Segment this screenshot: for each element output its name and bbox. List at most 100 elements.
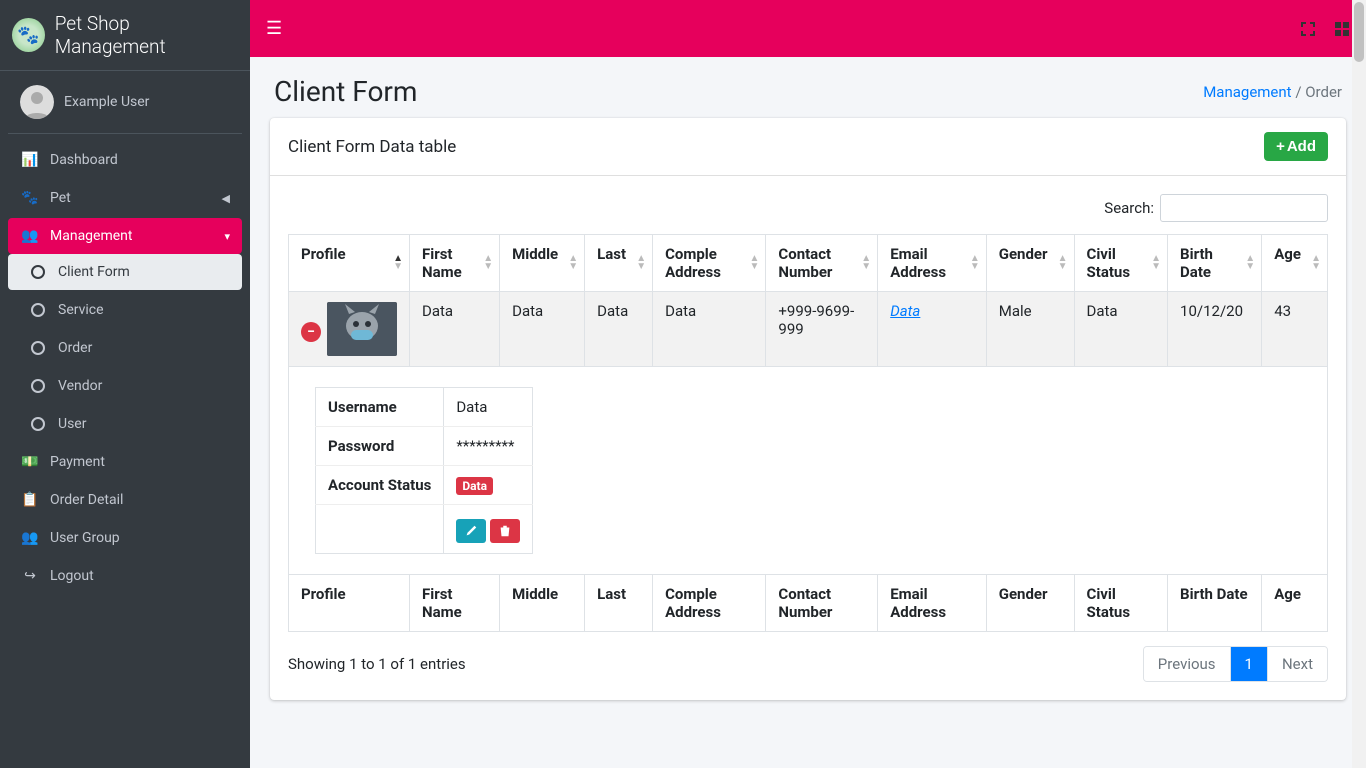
col-middle[interactable]: Middle▲▼ [500,235,585,292]
sidebar-item-payment[interactable]: 💵Payment [8,444,242,480]
circle-icon [28,379,48,393]
foot-age: Age [1262,575,1328,632]
pencil-icon [464,524,478,538]
sidebar-item-order[interactable]: Order [8,330,242,366]
sort-icon: ▲▼ [483,255,493,271]
child-password-label: Password [316,427,444,466]
cell-address: Data [653,292,766,367]
avatar [20,85,54,119]
cell-civil-status: Data [1074,292,1168,367]
sort-icon: ▲▼ [636,255,646,271]
circle-icon [28,303,48,317]
brand-logo-icon: 🐾 [12,18,45,52]
breadcrumb-parent[interactable]: Management [1203,83,1291,101]
plus-icon: + [1276,138,1285,155]
circle-icon [28,265,48,279]
scrollbar-thumb[interactable] [1354,2,1364,62]
menu-toggle-icon[interactable]: ☰ [266,18,282,39]
grid-icon[interactable] [1334,21,1350,37]
col-profile[interactable]: Profile▲▼ [289,235,410,292]
child-status-label: Account Status [316,466,444,505]
foot-first-name: First Name [410,575,500,632]
brand[interactable]: 🐾 Pet Shop Management [0,0,250,71]
card: Client Form Data table +Add Search: Prof… [270,118,1346,700]
scrollbar[interactable] [1352,0,1366,768]
row-collapse-icon[interactable]: − [301,322,321,342]
col-contact[interactable]: Contact Number▲▼ [766,235,878,292]
foot-address: Comple Address [653,575,766,632]
sort-icon: ▲▼ [393,255,403,271]
chevron-down-icon: ▾ [224,230,230,243]
fullscreen-toggle-icon[interactable] [1300,21,1316,37]
nav-menu: 📊Dashboard 🐾Pet◀ 👥Management▾ Client For… [0,134,250,604]
child-password-value: ********* [444,427,533,466]
col-birth-date[interactable]: Birth Date▲▼ [1168,235,1262,292]
paw-icon: 🐾 [20,190,40,206]
sort-icon: ▲▼ [1245,255,1255,271]
sidebar-item-user[interactable]: User [8,406,242,442]
data-table: Profile▲▼ First Name▲▼ Middle▲▼ Last▲▼ C… [288,234,1328,632]
pagination: Previous 1 Next [1143,646,1328,682]
foot-profile: Profile [289,575,410,632]
foot-contact: Contact Number [766,575,878,632]
search-label: Search: [1104,199,1154,217]
table-row: − Data Data Data Data [289,292,1328,367]
col-civil-status[interactable]: Civil Status▲▼ [1074,235,1168,292]
list-icon: 📋 [20,492,40,508]
sidebar-item-dashboard[interactable]: 📊Dashboard [8,142,242,178]
page-1[interactable]: 1 [1231,647,1268,681]
page-previous[interactable]: Previous [1144,647,1231,681]
brand-title: Pet Shop Management [55,12,238,58]
delete-button[interactable] [490,519,520,543]
cell-birth-date: 10/12/20 [1168,292,1262,367]
sidebar-item-order-detail[interactable]: 📋Order Detail [8,482,242,518]
cell-email-link[interactable]: Data [890,302,920,320]
child-username-value: Data [444,388,533,427]
col-last[interactable]: Last▲▼ [585,235,653,292]
sort-icon: ▲▼ [568,255,578,271]
col-first-name[interactable]: First Name▲▼ [410,235,500,292]
sidebar-item-client-form[interactable]: Client Form [8,254,242,290]
add-button[interactable]: +Add [1264,132,1328,161]
child-username-label: Username [316,388,444,427]
foot-birth-date: Birth Date [1168,575,1262,632]
breadcrumb: Management / Order [1203,83,1342,101]
sort-icon: ▲▼ [970,255,980,271]
foot-last: Last [585,575,653,632]
sidebar-item-logout[interactable]: ↪Logout [8,558,242,594]
sidebar-item-pet[interactable]: 🐾Pet◀ [8,180,242,216]
edit-button[interactable] [456,519,486,543]
sort-icon: ▲▼ [1311,255,1321,271]
user-panel[interactable]: Example User [8,71,242,134]
cell-last: Data [585,292,653,367]
circle-icon [28,417,48,431]
breadcrumb-current: Order [1305,83,1342,101]
col-age[interactable]: Age▲▼ [1262,235,1328,292]
logout-icon: ↪ [20,568,40,584]
user-name: Example User [64,94,149,110]
col-gender[interactable]: Gender▲▼ [986,235,1074,292]
circle-icon [28,341,48,355]
foot-gender: Gender [986,575,1074,632]
table-row-expanded: UsernameData Password********* Account S… [289,367,1328,575]
sort-icon: ▲▼ [1058,255,1068,271]
page-next[interactable]: Next [1268,647,1327,681]
status-badge: Data [456,477,493,495]
cell-middle: Data [500,292,585,367]
sort-icon: ▲▼ [861,255,871,271]
profile-image [327,302,397,356]
users-icon: 👥 [20,228,40,244]
table-info: Showing 1 to 1 of 1 entries [288,655,466,673]
search-input[interactable] [1160,194,1328,222]
foot-middle: Middle [500,575,585,632]
col-email[interactable]: Email Address▲▼ [878,235,987,292]
sidebar-item-management[interactable]: 👥Management▾ [8,218,242,254]
sidebar-item-user-group[interactable]: 👥User Group [8,520,242,556]
cell-age: 43 [1262,292,1328,367]
sidebar-item-vendor[interactable]: Vendor [8,368,242,404]
sidebar-item-service[interactable]: Service [8,292,242,328]
users-icon: 👥 [20,530,40,546]
cell-first-name: Data [410,292,500,367]
col-address[interactable]: Comple Address▲▼ [653,235,766,292]
cell-gender: Male [986,292,1074,367]
